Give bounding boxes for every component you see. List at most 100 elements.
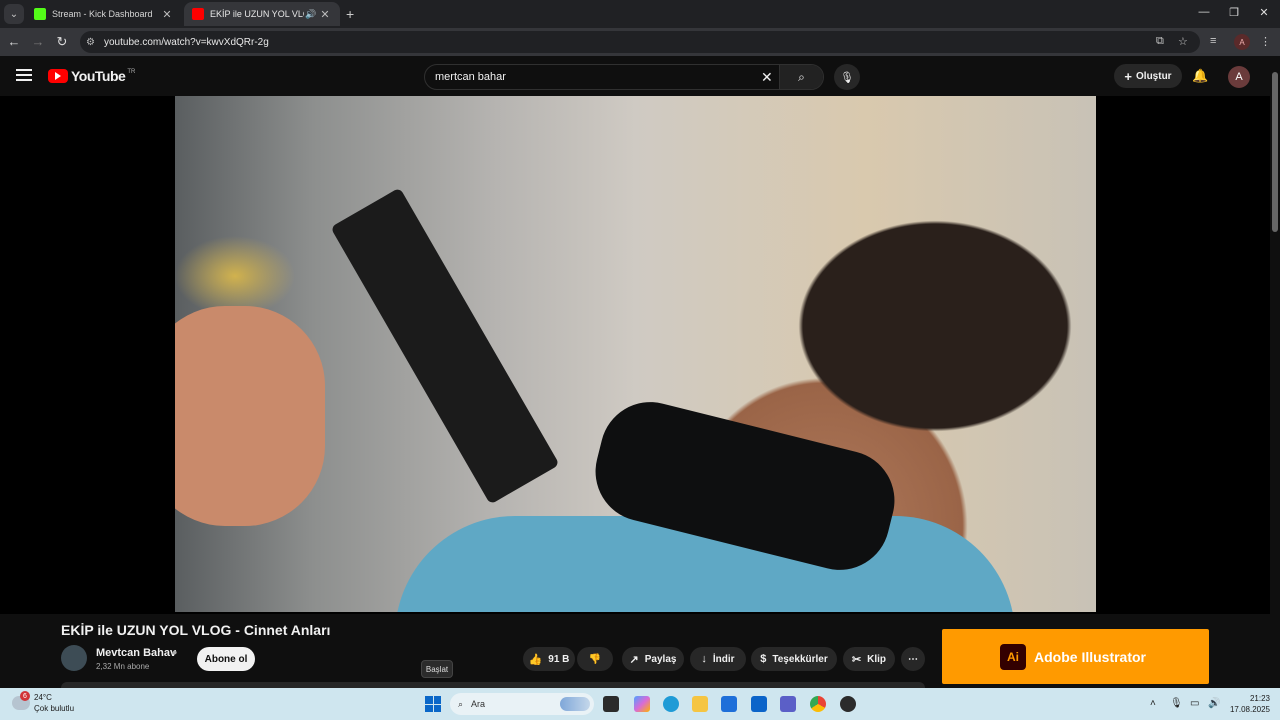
thanks-label: Teşekkürler [772, 653, 828, 665]
url-text: youtube.com/watch?v=kwvXdQRr-2g [104, 36, 269, 48]
network-icon[interactable]: ▭ [1190, 698, 1199, 709]
app-with-badge-icon[interactable] [840, 696, 856, 712]
more-icon: ⋯ [908, 653, 918, 665]
forward-button[interactable]: → [30, 34, 46, 49]
chrome-icon[interactable] [810, 696, 826, 712]
file-explorer-icon[interactable] [692, 696, 708, 712]
tab-title: Stream - Kick Dashboard [52, 9, 153, 19]
browser-profile-avatar[interactable]: A [1234, 34, 1250, 50]
search-icon: ⌕ [798, 69, 805, 84]
show-hidden-icons[interactable]: ˄ [1150, 698, 1156, 709]
more-actions-button[interactable]: ⋯ [901, 647, 925, 671]
volume-icon[interactable]: 🔊 [1208, 698, 1220, 709]
windows-start-icon[interactable] [425, 696, 441, 712]
copilot-icon[interactable] [634, 696, 650, 712]
region-code: TR [127, 69, 136, 75]
subscribe-button[interactable]: Abone ol [197, 647, 255, 671]
media-controls-icon[interactable]: ≡ [1210, 35, 1216, 47]
download-button[interactable]: ↓ İndir [690, 647, 746, 671]
start-tooltip: Başlat [421, 660, 453, 678]
weather-condition[interactable]: Çok bulutlu [34, 704, 74, 713]
voice-search-button[interactable]: 🎙 [834, 64, 860, 90]
temperature[interactable]: 24°C [34, 693, 52, 702]
tab-close-icon[interactable]: ✕ [318, 8, 332, 21]
restore-button[interactable]: ❐ [1224, 6, 1244, 19]
bookmark-star-icon[interactable]: ☆ [1178, 35, 1188, 48]
search-button[interactable]: ⌕ [779, 65, 823, 89]
create-label: Oluştur [1136, 70, 1172, 82]
clip-label: Klip [867, 653, 887, 665]
super-thanks-icon: $ [760, 653, 767, 665]
thumbs-up-icon: 👍 [528, 653, 543, 666]
microphone-tray-icon[interactable]: 🎙 [1170, 698, 1183, 709]
channel-name[interactable]: Mevtcan Bahav [96, 647, 176, 659]
browser-tab-strip: ⌄ Stream - Kick Dashboard ✕ EKİP ile UZU… [0, 0, 1280, 28]
search-input[interactable] [425, 71, 745, 83]
share-button[interactable]: ↗ Paylaş [622, 647, 684, 671]
video-player[interactable] [175, 96, 1096, 612]
tab-kick-dashboard[interactable]: Stream - Kick Dashboard ✕ [26, 2, 182, 26]
thanks-button[interactable]: $ Teşekkürler [751, 647, 837, 671]
browser-toolbar: ← → ↻ youtube.com/watch?v=kwvXdQRr-2g ⧉ … [0, 28, 1280, 56]
youtube-play-icon [48, 69, 68, 83]
scrollbar-thumb[interactable] [1272, 72, 1278, 232]
tab-search-button[interactable]: ⌄ [4, 4, 24, 24]
teams-icon[interactable] [780, 696, 796, 712]
weather-badge: 6 [20, 691, 30, 701]
adobe-illustrator-banner[interactable]: Ai Adobe Illustrator [942, 629, 1209, 684]
task-view-icon[interactable] [603, 696, 619, 712]
reload-button[interactable]: ↻ [54, 34, 70, 50]
thumbs-down-icon: 👎 [588, 653, 602, 665]
channel-avatar[interactable] [61, 645, 87, 671]
video-frame-arm [175, 306, 325, 526]
page-scrollbar[interactable] [1270, 60, 1280, 688]
notifications-bell-icon[interactable]: 🔔 [1192, 68, 1208, 84]
account-avatar[interactable]: A [1228, 66, 1250, 88]
like-button[interactable]: 👍 91 B [523, 647, 575, 671]
site-info-icon[interactable]: ⚙ [86, 37, 95, 48]
create-button[interactable]: + Oluştur [1114, 64, 1182, 88]
verified-check-icon: ● [172, 647, 178, 657]
scissors-icon: ✂ [851, 653, 862, 666]
share-label: Paylaş [644, 653, 677, 665]
taskbar-search-placeholder: Ara [471, 699, 486, 709]
tab-youtube-video[interactable]: EKİP ile UZUN YOL VLOG - 🔊 ✕ [184, 2, 340, 26]
microsoft-store-icon[interactable] [721, 696, 737, 712]
address-bar[interactable]: youtube.com/watch?v=kwvXdQRr-2g [80, 31, 1200, 53]
install-app-icon[interactable]: ⧉ [1156, 35, 1164, 48]
menu-icon[interactable] [16, 69, 32, 81]
chrome-menu-icon[interactable]: ⋮ [1260, 35, 1271, 48]
adobe-illustrator-label: Adobe Illustrator [1034, 648, 1147, 665]
search-highlight-icon [560, 697, 590, 711]
edge-icon[interactable] [663, 696, 679, 712]
share-icon: ↗ [629, 653, 639, 666]
video-frame-seatbelt [330, 187, 560, 505]
clear-search-icon[interactable]: ✕ [761, 69, 773, 86]
youtube-logo[interactable]: YouTube TR [48, 68, 135, 84]
youtube-favicon-icon [192, 8, 204, 20]
audio-playing-icon[interactable]: 🔊 [304, 9, 318, 20]
windows-taskbar: 6 24°C Çok bulutlu ⌕ Ara ˄ 🎙 ▭ 🔊 21:23 1… [0, 688, 1280, 720]
subscriber-count: 2,32 Mn abone [96, 662, 150, 671]
tab-close-icon[interactable]: ✕ [160, 8, 174, 21]
kick-favicon-icon [34, 8, 46, 20]
tab-title: EKİP ile UZUN YOL VLOG - [210, 9, 304, 19]
clock-time: 21:23 [1249, 694, 1270, 703]
adobe-illustrator-logo-icon: Ai [1000, 643, 1026, 670]
clip-button[interactable]: ✂ Klip [843, 647, 895, 671]
clock-date: 17.08.2025 [1229, 705, 1270, 714]
minimize-button[interactable]: — [1194, 6, 1214, 18]
back-button[interactable]: ← [6, 34, 22, 49]
youtube-header: YouTube TR ✕ ⌕ 🎙 + Oluştur 🔔 A [0, 56, 1280, 96]
close-window-button[interactable]: ✕ [1254, 6, 1274, 19]
search-icon: ⌕ [458, 698, 464, 709]
plus-icon: + [1124, 68, 1133, 84]
outlook-icon[interactable] [751, 696, 767, 712]
new-tab-button[interactable]: + [346, 6, 354, 22]
dislike-button[interactable]: 👎 [577, 647, 613, 671]
like-count: 91 B [548, 653, 570, 665]
logo-text: YouTube [71, 68, 126, 84]
system-clock[interactable]: 21:23 17.08.2025 [1226, 693, 1270, 715]
search-box: ✕ ⌕ [424, 64, 824, 90]
taskbar-search[interactable]: ⌕ Ara [450, 693, 594, 715]
